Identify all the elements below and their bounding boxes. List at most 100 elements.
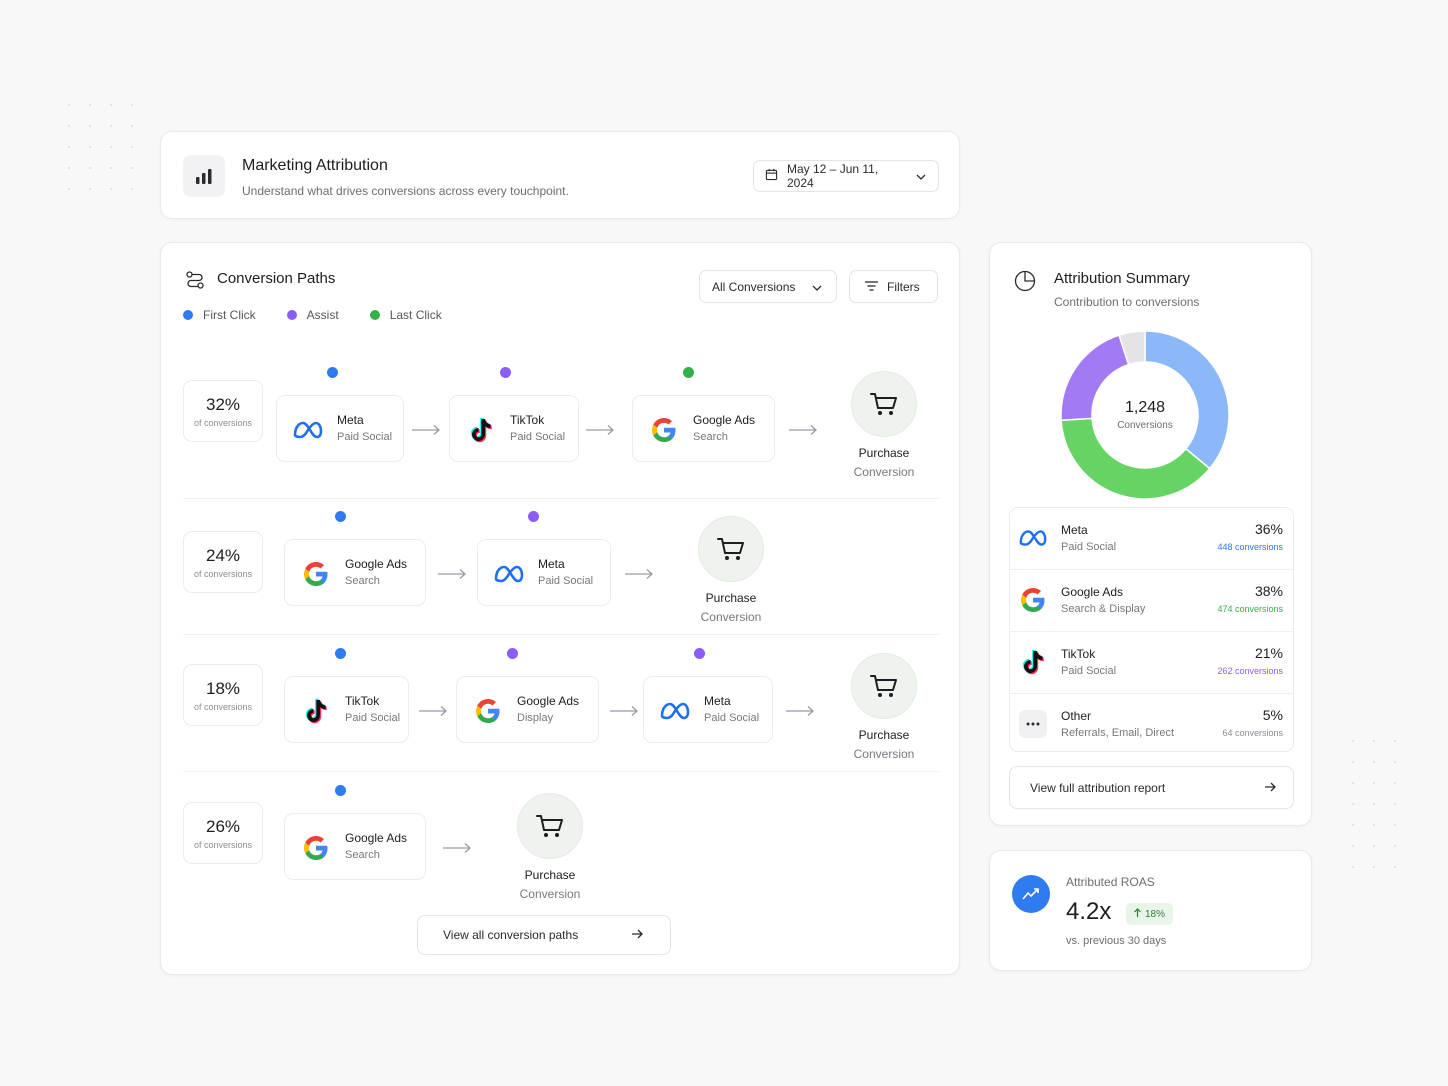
arrow-right-icon [442,841,472,859]
destination-sub: Conversion [519,887,581,901]
source-type: Paid Social [1061,541,1117,553]
source-row[interactable]: TikTok Paid Social 21% 262 conversions [1010,632,1293,694]
view-all-label: View all conversion paths [443,928,579,942]
conversion-paths-card: Conversion Paths All Conversions Filters… [160,242,960,975]
touchpoint-node[interactable]: Meta Paid Social [276,395,404,462]
touchpoint-type: Paid Social [345,712,401,724]
arrow-right-icon [788,423,818,441]
google-icon [471,696,505,726]
touchpoint-name: Google Ads [345,557,408,571]
arrow-right-icon [785,704,815,722]
donut-center: 1,248 Conversions [1060,330,1230,500]
meta-icon [492,559,526,589]
source-percent: 38% [1254,583,1283,599]
path-share-label: of conversions [193,569,253,579]
roas-change-value: 18% [1145,908,1166,920]
touchpoint-type: Paid Social [337,431,393,443]
touchpoint-type: Paid Social [704,712,760,724]
page-subtitle: Understand what drives conversions acros… [242,184,569,198]
touchpoint-node[interactable]: Meta Paid Social [643,676,773,743]
legend-dot [286,310,297,320]
roas-change-badge: 18% [1126,903,1174,925]
source-name: Google Ads [1061,585,1124,599]
tiktok-icon [299,696,333,726]
cart-icon [851,371,917,437]
tiktok-icon [464,415,498,445]
meta-icon [658,696,692,726]
touchpoint-node[interactable]: TikTok Paid Social [284,676,409,743]
row-divider [183,498,939,499]
touchpoint-node[interactable]: Google Ads Search [632,395,775,462]
source-name: TikTok [1061,647,1096,661]
destination-name: Purchase [524,868,576,882]
select-value: All Conversions [712,279,796,294]
calendar-icon [765,168,778,184]
purchase-destination: Purchase Conversion [839,653,929,761]
google-icon [299,833,333,863]
destination-sub: Conversion [700,610,762,624]
legend-label: Assist [306,308,339,322]
touchpoint-node[interactable]: Meta Paid Social [477,539,611,606]
source-conversions: 262 conversions [1217,666,1283,676]
arrow-right-icon [411,423,441,441]
view-report-button[interactable]: View full attribution report [1009,766,1294,809]
source-percent: 5% [1262,707,1283,723]
meta-icon [1018,523,1048,553]
path-share: 32% of conversions [183,380,263,442]
view-all-paths-button[interactable]: View all conversion paths [417,915,671,955]
chevron-down-icon [812,280,822,294]
touchpoint-type: Display [517,712,554,724]
touchpoint-name: Meta [337,413,364,427]
legend-label: Last Click [389,308,442,322]
conversion-type-select[interactable]: All Conversions [699,270,837,303]
touchpoint-node[interactable]: Google Ads Search [284,539,426,606]
touchpoint-dot [335,785,346,796]
path-share: 24% of conversions [183,531,263,593]
arrow-right-icon [585,423,615,441]
cart-icon [851,653,917,719]
arrow-up-icon [1134,908,1141,920]
touchpoint-node[interactable]: Google Ads Search [284,813,426,880]
legend-dot [183,310,193,320]
bar-chart-icon [183,155,225,197]
date-range-picker[interactable]: May 12 – Jun 11, 2024 [753,160,939,192]
touchpoint-dot [327,367,338,378]
path-share-value: 18% [205,679,241,698]
touchpoint-dot [500,367,511,378]
touchpoint-dot [683,367,694,378]
roas-card: Attributed ROAS 4.2x 18% vs. previous 30… [989,850,1312,971]
cart-icon [698,516,764,582]
row-divider [183,771,939,772]
google-icon [647,415,681,445]
source-percent: 21% [1254,645,1283,661]
date-range-label: May 12 – Jun 11, 2024 [787,162,879,190]
filters-label: Filters [887,279,920,294]
filters-button[interactable]: Filters [849,270,938,303]
legend-item: Assist [286,308,339,322]
touchpoint-node[interactable]: TikTok Paid Social [449,395,579,462]
path-share-value: 24% [205,546,241,565]
touchpoint-dot [694,648,705,659]
path-share-label: of conversions [193,418,253,428]
destination-sub: Conversion [853,465,915,479]
trend-up-icon [1012,875,1050,913]
source-row[interactable]: Meta Paid Social 36% 448 conversions [1010,508,1293,570]
touchpoint-type: Search [693,431,728,443]
touchpoint-name: TikTok [510,413,545,427]
source-row[interactable]: Other Referrals, Email, Direct 5% 64 conver… [1010,694,1293,751]
meta-icon [291,415,325,445]
source-name: Meta [1061,523,1088,537]
touchpoint-name: Google Ads [517,694,580,708]
source-percent: 36% [1254,521,1283,537]
legend-label: First Click [203,308,256,322]
touchpoint-node[interactable]: Google Ads Display [456,676,599,743]
section-subtitle: Contribution to conversions [1054,295,1200,309]
source-type: Search & Display [1061,603,1146,615]
source-conversions: 64 conversions [1222,728,1283,738]
purchase-destination: Purchase Conversion [686,516,776,624]
touchpoint-name: Google Ads [693,413,756,427]
touchpoint-name: Meta [704,694,731,708]
destination-name: Purchase [705,591,757,605]
source-row[interactable]: Google Ads Search & Display 38% 474 convers… [1010,570,1293,632]
roas-comparison: vs. previous 30 days [1066,935,1167,947]
